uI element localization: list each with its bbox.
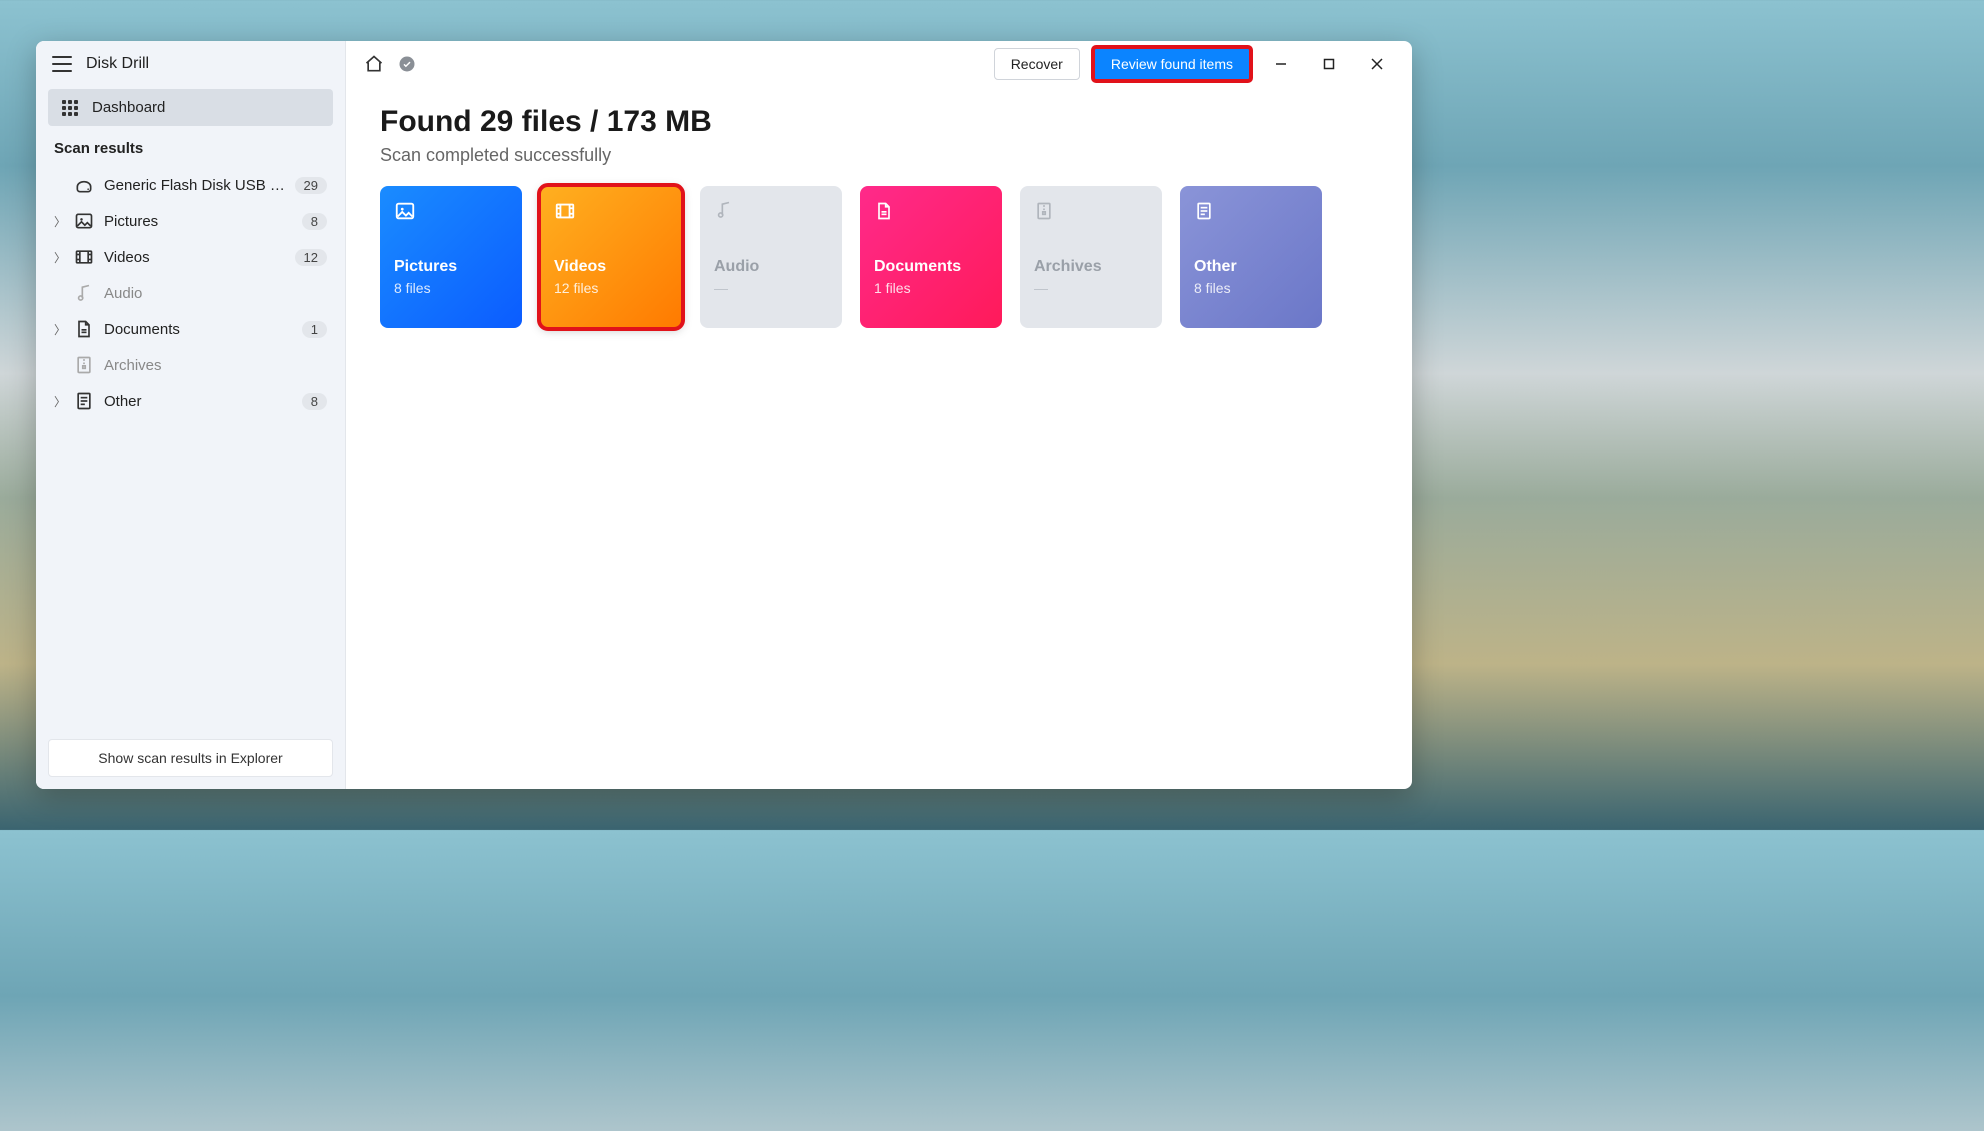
category-card-videos[interactable]: Videos 12 files [540,186,682,328]
document-icon [74,319,94,339]
document-icon [874,200,904,230]
sidebar-item-pictures[interactable]: 〉 Pictures8 [44,203,337,239]
recover-button[interactable]: Recover [994,48,1080,80]
minimize-button[interactable] [1264,49,1298,79]
count-badge: 1 [302,321,327,338]
audio-icon [74,283,94,303]
count-badge: 8 [302,213,327,230]
card-title: Videos [554,258,668,276]
sidebar-item-audio[interactable]: 〉Audio [44,275,337,311]
chevron-right-icon: 〉 [54,321,68,338]
content-area: Found 29 files / 173 MB Scan completed s… [346,87,1412,346]
sidebar-section-title: Scan results [36,134,345,167]
card-subtitle: 1 files [874,280,988,296]
main-panel: Recover Review found items Found 29 file… [346,41,1412,789]
sidebar-item-label: Archives [104,357,327,374]
disk-icon [74,175,94,195]
picture-icon [394,200,424,230]
category-card-other[interactable]: Other 8 files [1180,186,1322,328]
count-badge: 29 [295,177,327,194]
category-card-documents[interactable]: Documents 1 files [860,186,1002,328]
close-button[interactable] [1360,49,1394,79]
card-title: Pictures [394,258,508,276]
chevron-right-icon: 〉 [54,393,68,410]
sidebar-tree: 〉Generic Flash Disk USB D…29〉Pictures8〉V… [36,167,345,419]
topbar: Recover Review found items [346,41,1412,87]
card-title: Audio [714,258,828,276]
card-title: Archives [1034,258,1148,276]
sidebar-item-label: Generic Flash Disk USB D… [104,177,295,194]
card-subtitle: 8 files [1194,280,1308,296]
sidebar-item-other[interactable]: 〉 Other8 [44,383,337,419]
sidebar-item-videos[interactable]: 〉 Videos12 [44,239,337,275]
maximize-button[interactable] [1312,49,1346,79]
app-window: Disk Drill Dashboard Scan results 〉Gener… [36,41,1412,789]
home-icon[interactable] [364,54,384,74]
dashboard-icon [62,100,78,116]
other-icon [1194,200,1224,230]
video-icon [74,247,94,267]
card-subtitle: 8 files [394,280,508,296]
count-badge: 8 [302,393,327,410]
sidebar-item-label: Other [104,393,302,410]
sidebar-item-label: Documents [104,321,302,338]
sidebar-header: Disk Drill [36,41,345,83]
category-card-archives: Archives — [1020,186,1162,328]
sidebar-item-generic-flash-disk-usb-d-[interactable]: 〉Generic Flash Disk USB D…29 [44,167,337,203]
app-title: Disk Drill [86,55,149,73]
audio-icon [714,200,744,230]
review-found-items-button[interactable]: Review found items [1094,48,1250,80]
show-in-explorer-button[interactable]: Show scan results in Explorer [48,739,333,777]
card-subtitle: — [1034,280,1148,296]
sidebar-item-label: Audio [104,285,327,302]
card-subtitle: 12 files [554,280,668,296]
card-subtitle: — [714,280,828,296]
chevron-right-icon: 〉 [54,213,68,230]
archive-icon [74,355,94,375]
category-card-audio: Audio — [700,186,842,328]
sidebar-item-label: Videos [104,249,295,266]
category-cards: Pictures 8 files Videos 12 files Audio — Docum… [380,186,1378,328]
video-icon [554,200,584,230]
count-badge: 12 [295,249,327,266]
sidebar-item-label: Pictures [104,213,302,230]
sidebar-item-dashboard[interactable]: Dashboard [48,89,333,126]
other-icon [74,391,94,411]
sidebar-item-documents[interactable]: 〉 Documents1 [44,311,337,347]
check-circle-icon[interactable] [398,55,416,73]
page-subheading: Scan completed successfully [380,145,1378,166]
hamburger-icon[interactable] [52,56,72,72]
category-card-pictures[interactable]: Pictures 8 files [380,186,522,328]
card-title: Other [1194,258,1308,276]
card-title: Documents [874,258,988,276]
sidebar: Disk Drill Dashboard Scan results 〉Gener… [36,41,346,789]
sidebar-item-archives[interactable]: 〉Archives [44,347,337,383]
page-heading: Found 29 files / 173 MB [380,105,1378,139]
archive-icon [1034,200,1064,230]
dashboard-label: Dashboard [92,99,165,116]
picture-icon [74,211,94,231]
chevron-right-icon: 〉 [54,249,68,266]
